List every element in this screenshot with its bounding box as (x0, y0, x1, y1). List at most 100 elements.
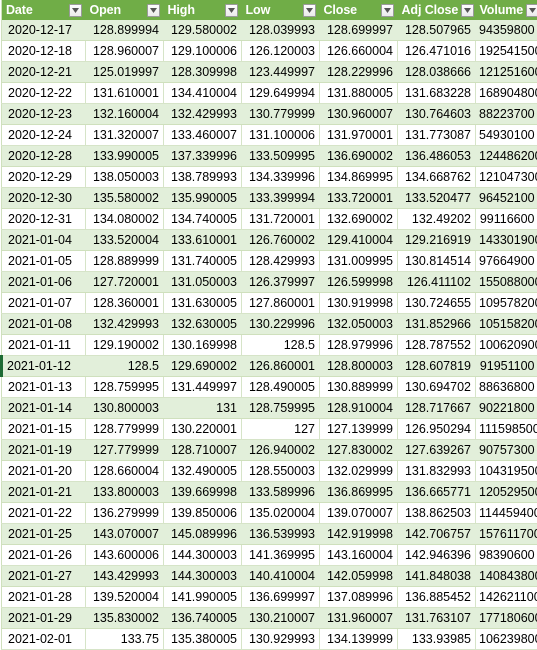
cell-close[interactable]: 130.889999 (320, 377, 398, 398)
cell-open[interactable]: 128.759995 (86, 377, 164, 398)
cell-high[interactable]: 138.789993 (164, 167, 242, 188)
cell-high[interactable]: 145.089996 (164, 524, 242, 545)
cell-high[interactable]: 144.300003 (164, 566, 242, 587)
cell-date[interactable]: 2021-01-28 (2, 587, 86, 608)
cell-volume[interactable]: 140843800 (476, 566, 537, 587)
cell-high[interactable]: 129.690002 (164, 356, 242, 377)
cell-close[interactable]: 128.229996 (320, 62, 398, 83)
cell-high[interactable]: 130.220001 (164, 419, 242, 440)
column-header-adj_close[interactable]: Adj Close (398, 0, 476, 20)
cell-low[interactable]: 131.100006 (242, 125, 320, 146)
cell-close[interactable]: 132.050003 (320, 314, 398, 335)
cell-open[interactable]: 132.160004 (86, 104, 164, 125)
cell-volume[interactable]: 155088000 (476, 272, 537, 293)
cell-high[interactable]: 131.050003 (164, 272, 242, 293)
cell-adj_close[interactable]: 126.411102 (398, 272, 476, 293)
cell-low[interactable]: 133.589996 (242, 482, 320, 503)
cell-high[interactable]: 134.740005 (164, 209, 242, 230)
cell-open[interactable]: 143.070007 (86, 524, 164, 545)
cell-close[interactable]: 129.410004 (320, 230, 398, 251)
cell-close[interactable]: 128.699997 (320, 20, 398, 41)
cell-adj_close[interactable]: 133.520477 (398, 188, 476, 209)
cell-close[interactable]: 142.919998 (320, 524, 398, 545)
cell-date[interactable]: 2020-12-21 (2, 62, 86, 83)
cell-volume[interactable]: 54930100 (476, 125, 537, 146)
cell-adj_close[interactable]: 130.724655 (398, 293, 476, 314)
cell-volume[interactable]: 106239800 (476, 629, 537, 650)
table-row[interactable]: 2021-01-22136.279999139.850006135.020004… (2, 503, 537, 524)
cell-high[interactable]: 139.669998 (164, 482, 242, 503)
cell-high[interactable]: 131 (164, 398, 242, 419)
cell-high[interactable]: 133.460007 (164, 125, 242, 146)
cell-adj_close[interactable]: 132.49202 (398, 209, 476, 230)
cell-high[interactable]: 128.710007 (164, 440, 242, 461)
cell-high[interactable]: 131.630005 (164, 293, 242, 314)
cell-date[interactable]: 2020-12-30 (2, 188, 86, 209)
cell-close[interactable]: 128.979996 (320, 335, 398, 356)
cell-adj_close[interactable]: 142.706757 (398, 524, 476, 545)
cell-open[interactable]: 134.080002 (86, 209, 164, 230)
cell-low[interactable]: 133.399994 (242, 188, 320, 209)
cell-volume[interactable]: 96452100 (476, 188, 537, 209)
cell-high[interactable]: 131.740005 (164, 251, 242, 272)
cell-date[interactable]: 2021-01-21 (2, 482, 86, 503)
table-row[interactable]: 2021-01-25143.070007145.089996136.539993… (2, 524, 537, 545)
cell-close[interactable]: 134.869995 (320, 167, 398, 188)
cell-close[interactable]: 131.960007 (320, 608, 398, 629)
cell-open[interactable]: 133.800003 (86, 482, 164, 503)
cell-adj_close[interactable]: 130.814514 (398, 251, 476, 272)
table-row[interactable]: 2020-12-28133.990005137.339996133.509995… (2, 146, 537, 167)
table-row[interactable]: 2021-01-06127.720001131.050003126.379997… (2, 272, 537, 293)
cell-close[interactable]: 128.910004 (320, 398, 398, 419)
cell-high[interactable]: 135.990005 (164, 188, 242, 209)
cell-date[interactable]: 2021-01-25 (2, 524, 86, 545)
cell-adj_close[interactable]: 128.607819 (398, 356, 476, 377)
cell-close[interactable]: 134.139999 (320, 629, 398, 650)
cell-low[interactable]: 130.929993 (242, 629, 320, 650)
cell-high[interactable]: 130.169998 (164, 335, 242, 356)
cell-open[interactable]: 128.899994 (86, 20, 164, 41)
cell-low[interactable]: 128.759995 (242, 398, 320, 419)
cell-low[interactable]: 130.779999 (242, 104, 320, 125)
table-row[interactable]: 2020-12-23132.160004132.429993130.779999… (2, 104, 537, 125)
cell-open[interactable]: 128.960007 (86, 41, 164, 62)
cell-high[interactable]: 131.449997 (164, 377, 242, 398)
table-row[interactable]: 2021-01-26143.600006144.300003141.369995… (2, 545, 537, 566)
cell-low[interactable]: 126.760002 (242, 230, 320, 251)
cell-close[interactable]: 130.960007 (320, 104, 398, 125)
table-row[interactable]: 2021-01-14130.800003131128.759995128.910… (2, 398, 537, 419)
table-row[interactable]: 2021-01-28139.520004141.990005136.699997… (2, 587, 537, 608)
cell-high[interactable]: 135.380005 (164, 629, 242, 650)
cell-low[interactable]: 126.120003 (242, 41, 320, 62)
table-row[interactable]: 2021-01-21133.800003139.669998133.589996… (2, 482, 537, 503)
cell-date[interactable]: 2021-02-01 (2, 629, 86, 650)
cell-high[interactable]: 129.100006 (164, 41, 242, 62)
cell-date[interactable]: 2021-01-15 (2, 419, 86, 440)
cell-volume[interactable]: 88636800 (476, 377, 537, 398)
table-row[interactable]: 2020-12-30135.580002135.990005133.399994… (2, 188, 537, 209)
cell-date[interactable]: 2021-01-26 (2, 545, 86, 566)
table-row[interactable]: 2021-01-27143.429993144.300003140.410004… (2, 566, 537, 587)
cell-open[interactable]: 127.720001 (86, 272, 164, 293)
cell-date[interactable]: 2020-12-23 (2, 104, 86, 125)
cell-open[interactable]: 135.830002 (86, 608, 164, 629)
cell-open[interactable]: 136.279999 (86, 503, 164, 524)
table-row[interactable]: 2021-01-12128.5129.690002126.860001128.8… (2, 356, 537, 377)
cell-date[interactable]: 2020-12-17 (2, 20, 86, 41)
filter-dropdown-open[interactable] (147, 4, 160, 17)
cell-open[interactable]: 139.520004 (86, 587, 164, 608)
cell-open[interactable]: 143.600006 (86, 545, 164, 566)
table-row[interactable]: 2020-12-24131.320007133.460007131.100006… (2, 125, 537, 146)
cell-adj_close[interactable]: 131.773087 (398, 125, 476, 146)
cell-low[interactable]: 126.940002 (242, 440, 320, 461)
table-row[interactable]: 2021-01-13128.759995131.449997128.490005… (2, 377, 537, 398)
cell-volume[interactable]: 192541500 (476, 41, 537, 62)
cell-date[interactable]: 2021-01-29 (2, 608, 86, 629)
cell-adj_close[interactable]: 136.486053 (398, 146, 476, 167)
cell-close[interactable]: 126.660004 (320, 41, 398, 62)
cell-open[interactable]: 138.050003 (86, 167, 164, 188)
filter-dropdown-volume[interactable] (526, 4, 537, 17)
cell-volume[interactable]: 111598500 (476, 419, 537, 440)
cell-date[interactable]: 2021-01-22 (2, 503, 86, 524)
cell-adj_close[interactable]: 131.763107 (398, 608, 476, 629)
